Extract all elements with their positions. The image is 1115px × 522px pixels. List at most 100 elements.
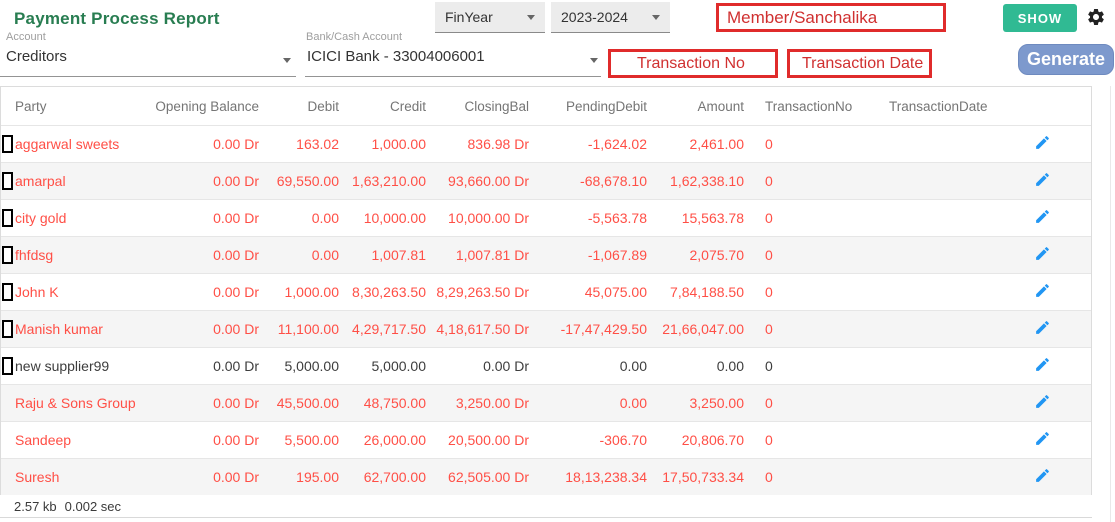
member-sanchalika-field[interactable]: Member/Sanchalika bbox=[716, 3, 946, 32]
cell-debit: 163.02 bbox=[259, 136, 339, 152]
cell-closingbal: 20,500.00 Dr bbox=[426, 432, 529, 448]
cell-opening-balance: 0.00 Dr bbox=[151, 247, 259, 263]
edit-row-button[interactable] bbox=[1034, 467, 1051, 484]
row-checkbox[interactable] bbox=[2, 209, 13, 227]
cell-pendingdebit: 0.00 bbox=[529, 358, 647, 374]
column-header-party: Party bbox=[1, 99, 151, 114]
row-checkbox[interactable] bbox=[2, 135, 13, 153]
bank-account-select[interactable]: ICICI Bank - 33004006001 bbox=[307, 48, 485, 65]
pencil-icon bbox=[1034, 208, 1051, 225]
row-checkbox[interactable] bbox=[2, 283, 13, 301]
pencil-icon bbox=[1034, 430, 1051, 447]
cell-pendingdebit: 18,13,238.34 bbox=[529, 469, 647, 485]
cell-opening-balance: 0.00 Dr bbox=[151, 432, 259, 448]
pencil-icon bbox=[1034, 356, 1051, 373]
cell-closingbal: 0.00 Dr bbox=[426, 358, 529, 374]
cell-debit: 195.00 bbox=[259, 469, 339, 485]
cell-party: Manish kumar bbox=[1, 321, 151, 337]
cell-opening-balance: 0.00 Dr bbox=[151, 469, 259, 485]
cell-credit: 4,29,717.50 bbox=[339, 321, 426, 337]
cell-pendingdebit: -17,47,429.50 bbox=[529, 321, 647, 337]
pencil-icon bbox=[1034, 134, 1051, 151]
cell-closingbal: 836.98 Dr bbox=[426, 136, 529, 152]
column-header-transactiondate: TransactionDate bbox=[863, 99, 993, 114]
column-header-debit: Debit bbox=[259, 99, 339, 114]
cell-pendingdebit: -306.70 bbox=[529, 432, 647, 448]
pencil-icon bbox=[1034, 245, 1051, 262]
caret-down-icon bbox=[527, 15, 535, 20]
cell-transactionno: 0 bbox=[744, 173, 863, 189]
table-row: Sandeep 0.00 Dr 5,500.00 26,000.00 20,50… bbox=[1, 421, 1091, 458]
cell-transactionno: 0 bbox=[744, 210, 863, 226]
edit-row-button[interactable] bbox=[1034, 134, 1051, 151]
transaction-date-field[interactable]: Transaction Date bbox=[787, 49, 932, 78]
render-time: 0.002 sec bbox=[65, 499, 121, 514]
row-checkbox[interactable] bbox=[2, 172, 13, 190]
cell-credit: 5,000.00 bbox=[339, 358, 426, 374]
cell-debit: 0.00 bbox=[259, 210, 339, 226]
transaction-date-label: Transaction Date bbox=[802, 55, 923, 73]
column-header-amount: Amount bbox=[647, 99, 744, 114]
cell-party: city gold bbox=[1, 210, 151, 226]
caret-down-icon bbox=[652, 15, 660, 20]
finyear-value-select[interactable]: 2023-2024 bbox=[551, 2, 670, 33]
cell-closingbal: 4,18,617.50 Dr bbox=[426, 321, 529, 337]
finyear-type-select[interactable]: FinYear bbox=[435, 2, 545, 33]
edit-row-button[interactable] bbox=[1034, 393, 1051, 410]
cell-amount: 0.00 bbox=[647, 358, 744, 374]
edit-row-button[interactable] bbox=[1034, 282, 1051, 299]
cell-party: new supplier99 bbox=[1, 358, 151, 374]
cell-opening-balance: 0.00 Dr bbox=[151, 210, 259, 226]
cell-amount: 2,075.70 bbox=[647, 247, 744, 263]
cell-pendingdebit: 0.00 bbox=[529, 395, 647, 411]
cell-amount: 3,250.00 bbox=[647, 395, 744, 411]
transaction-no-field[interactable]: Transaction No bbox=[608, 49, 778, 78]
transaction-no-label: Transaction No bbox=[637, 55, 745, 73]
cell-party: aggarwal sweets bbox=[1, 136, 151, 152]
cell-debit: 45,500.00 bbox=[259, 395, 339, 411]
cell-pendingdebit: -68,678.10 bbox=[529, 173, 647, 189]
table-row: fhfdsg 0.00 Dr 0.00 1,007.81 1,007.81 Dr… bbox=[1, 236, 1091, 273]
row-checkbox[interactable] bbox=[2, 246, 13, 264]
cell-pendingdebit: -5,563.78 bbox=[529, 210, 647, 226]
cell-transactionno: 0 bbox=[744, 321, 863, 337]
cell-transactionno: 0 bbox=[744, 284, 863, 300]
cell-amount: 2,461.00 bbox=[647, 136, 744, 152]
cell-closingbal: 1,007.81 Dr bbox=[426, 247, 529, 263]
cell-closingbal: 62,505.00 Dr bbox=[426, 469, 529, 485]
cell-party: amarpal bbox=[1, 173, 151, 189]
gear-icon[interactable] bbox=[1086, 7, 1106, 27]
row-checkbox[interactable] bbox=[2, 320, 13, 338]
cell-transactionno: 0 bbox=[744, 247, 863, 263]
table-row: Raju & Sons Group 0.00 Dr 45,500.00 48,7… bbox=[1, 384, 1091, 421]
table-row: Manish kumar 0.00 Dr 11,100.00 4,29,717.… bbox=[1, 310, 1091, 347]
cell-opening-balance: 0.00 Dr bbox=[151, 321, 259, 337]
edit-row-button[interactable] bbox=[1034, 171, 1051, 188]
pencil-icon bbox=[1034, 282, 1051, 299]
generate-button[interactable]: Generate bbox=[1018, 44, 1114, 75]
cell-party: Suresh bbox=[1, 469, 151, 485]
cell-closingbal: 8,29,263.50 Dr bbox=[426, 284, 529, 300]
cell-credit: 8,30,263.50 bbox=[339, 284, 426, 300]
table-row: new supplier99 0.00 Dr 5,000.00 5,000.00… bbox=[1, 347, 1091, 384]
cell-closingbal: 10,000.00 Dr bbox=[426, 210, 529, 226]
edit-row-button[interactable] bbox=[1034, 208, 1051, 225]
table-row: John K 0.00 Dr 1,000.00 8,30,263.50 8,29… bbox=[1, 273, 1091, 310]
row-checkbox[interactable] bbox=[2, 357, 13, 375]
caret-down-icon bbox=[283, 58, 291, 63]
edit-row-button[interactable] bbox=[1034, 430, 1051, 447]
edit-row-button[interactable] bbox=[1034, 356, 1051, 373]
member-sanchalika-label: Member/Sanchalika bbox=[727, 8, 877, 28]
status-bar: 2.57 kb 0.002 sec bbox=[0, 495, 1092, 518]
cell-transactionno: 0 bbox=[744, 432, 863, 448]
account-select[interactable]: Creditors bbox=[6, 48, 67, 65]
edit-row-button[interactable] bbox=[1034, 245, 1051, 262]
finyear-type-label: FinYear bbox=[445, 9, 493, 25]
caret-down-icon bbox=[590, 58, 598, 63]
show-button[interactable]: SHOW bbox=[1003, 4, 1077, 32]
edit-row-button[interactable] bbox=[1034, 319, 1051, 336]
cell-amount: 17,50,733.34 bbox=[647, 469, 744, 485]
payment-table: Party Opening Balance Debit Credit Closi… bbox=[0, 86, 1092, 496]
cell-party: Raju & Sons Group bbox=[1, 395, 151, 411]
pencil-icon bbox=[1034, 171, 1051, 188]
